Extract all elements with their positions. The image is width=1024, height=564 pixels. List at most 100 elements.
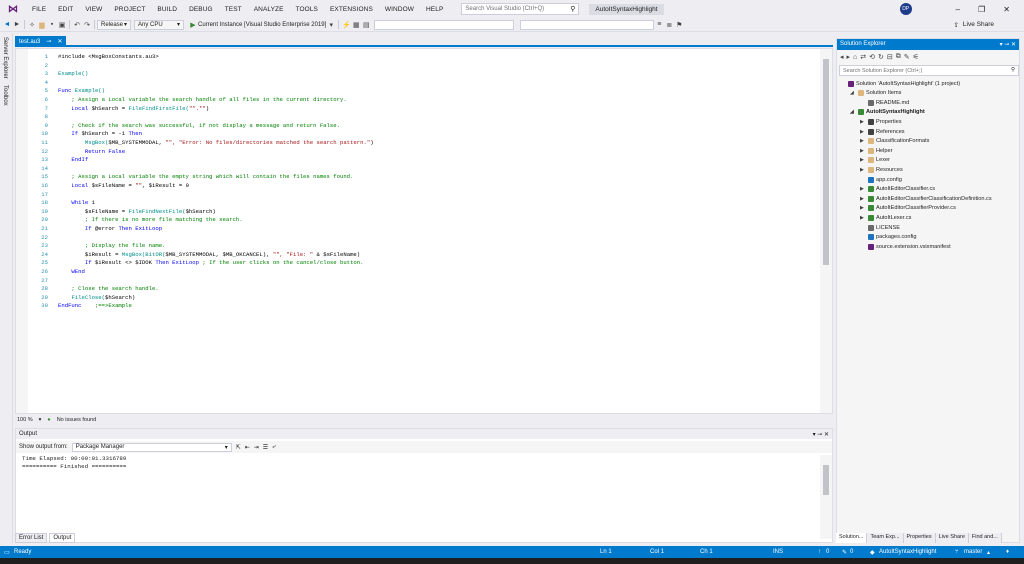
- menu-item-help[interactable]: HELP: [420, 6, 449, 13]
- code-line[interactable]: 16 Local $sFileName = "", $iResult = 0: [28, 182, 818, 191]
- code-line[interactable]: 13 EndIf: [28, 156, 818, 165]
- bookmark-icon[interactable]: ⚑: [674, 20, 684, 30]
- code-line[interactable]: 5 Func Example(): [28, 87, 818, 96]
- repository-name[interactable]: AutoItSyntaxHighlight: [879, 549, 936, 555]
- toolbox-tab[interactable]: Toolbox: [2, 85, 8, 106]
- scrollbar-thumb[interactable]: [823, 59, 829, 265]
- code-line[interactable]: 23 ; Display the file name.: [28, 242, 818, 251]
- code-line[interactable]: 26 WEnd: [28, 268, 818, 277]
- menu-item-tools[interactable]: TOOLS: [290, 6, 324, 13]
- chevron-down-icon[interactable]: ▾: [326, 20, 336, 30]
- find-combo[interactable]: [374, 19, 515, 30]
- expand-arrow-icon[interactable]: ◢: [850, 90, 856, 96]
- expand-arrow-icon[interactable]: ▶: [860, 119, 866, 125]
- pencil-icon[interactable]: ✎: [842, 549, 847, 556]
- tree-item[interactable]: ▶ AutoItLexer.cs: [860, 213, 911, 222]
- menu-item-analyze[interactable]: ANALYZE: [248, 6, 290, 13]
- code-line[interactable]: 12 Return False: [28, 148, 818, 157]
- code-line[interactable]: 21 If @error Then ExitLoop: [28, 225, 818, 234]
- back-icon[interactable]: ◂: [840, 53, 844, 61]
- clear-all-icon[interactable]: ☰: [263, 444, 268, 451]
- tree-item[interactable]: ◢ Solution Items: [850, 89, 901, 98]
- code-line[interactable]: 19 $sFileName = FileFindNextFile($hSearc…: [28, 208, 818, 217]
- configuration-dropdown[interactable]: Release ▾: [97, 19, 131, 30]
- code-line[interactable]: 27: [28, 277, 818, 286]
- properties-icon[interactable]: ✎: [904, 53, 910, 61]
- code-line[interactable]: 22: [28, 234, 818, 243]
- uncomment-icon[interactable]: ≣: [664, 20, 674, 30]
- code-line[interactable]: 20 ; If there is no more file matching t…: [28, 216, 818, 225]
- expand-arrow-icon[interactable]: ▶: [860, 205, 866, 211]
- collapse-all-icon[interactable]: ⊟: [887, 53, 893, 61]
- tree-item[interactable]: ▶ ClassificationFormats: [860, 137, 929, 146]
- server-explorer-tab[interactable]: Server Explorer: [2, 37, 8, 79]
- code-line[interactable]: 7 Local $hSearch = FileFindFirstFile("*.…: [28, 105, 818, 114]
- forward-icon[interactable]: ▸: [847, 53, 851, 61]
- code-line[interactable]: 14: [28, 165, 818, 174]
- pin-icon[interactable]: ⊸: [46, 38, 51, 45]
- hot-reload-icon[interactable]: ⚡: [341, 20, 351, 30]
- tree-item[interactable]: ▶ AutoItEditorClassifierProvider.cs: [860, 204, 956, 213]
- expand-arrow-icon[interactable]: ▶: [860, 148, 866, 154]
- code-line[interactable]: 2: [28, 62, 818, 71]
- menu-item-test[interactable]: TEST: [219, 6, 248, 13]
- tab-live-share[interactable]: Live Share: [935, 533, 969, 543]
- expand-arrow-icon[interactable]: ▶: [860, 157, 866, 163]
- tab-solution[interactable]: Solution...: [836, 533, 868, 543]
- notifications-icon[interactable]: ♦: [1006, 549, 1009, 555]
- code-line[interactable]: 29 FileClose($hSearch): [28, 294, 818, 303]
- expand-arrow-icon[interactable]: ▶: [860, 196, 866, 202]
- menu-item-debug[interactable]: DEBUG: [183, 6, 219, 13]
- code-line[interactable]: 1 #include <MsgBoxConstants.au3>: [28, 53, 818, 62]
- code-line[interactable]: 25 If $iResult <> $IDOK Then ExitLoop ; …: [28, 259, 818, 268]
- sync-icon[interactable]: ↻: [878, 53, 884, 61]
- code-line[interactable]: 10 If $hSearch = -1 Then: [28, 130, 818, 139]
- code-line[interactable]: 9 ; Check if the search was successful, …: [28, 122, 818, 131]
- tree-item[interactable]: ▶ Helper: [860, 146, 892, 155]
- word-wrap-icon[interactable]: ⤶: [272, 444, 275, 451]
- redo-icon[interactable]: ↷: [82, 20, 92, 30]
- minimize-icon[interactable]: –: [956, 5, 960, 14]
- start-button[interactable]: Current Instance [Visual Studio Enterpri…: [198, 22, 326, 28]
- zoom-level[interactable]: 100 %: [17, 417, 33, 423]
- solution-search-input[interactable]: Search Solution Explorer (Ctrl+;) ⚲: [839, 65, 1019, 76]
- tree-item[interactable]: ▶ References: [860, 127, 905, 136]
- up-arrow-icon[interactable]: ↑: [818, 549, 821, 555]
- close-icon[interactable]: ✕: [1003, 5, 1010, 14]
- tree-item[interactable]: Solution 'AutoItSyntaxHighlight' (1 proj…: [840, 79, 960, 88]
- switch-views-icon[interactable]: ⇄: [860, 53, 866, 61]
- expand-arrow-icon[interactable]: ▶: [860, 167, 866, 173]
- menu-item-window[interactable]: WINDOW: [379, 6, 420, 13]
- code-line[interactable]: 24 $iResult = MsgBox(BitOR($MB_SYSTEMMOD…: [28, 251, 818, 260]
- code-line[interactable]: 28 ; Close the search handle.: [28, 285, 818, 294]
- tab-properties[interactable]: Properties: [903, 533, 936, 543]
- menu-item-extensions[interactable]: EXTENSIONS: [324, 6, 379, 13]
- code-line[interactable]: 6 ; Assign a Local variable the search h…: [28, 96, 818, 105]
- unpushed-count[interactable]: 0: [826, 549, 829, 555]
- code-line[interactable]: 3 Example(): [28, 70, 818, 79]
- next-message-icon[interactable]: ⇥: [254, 444, 259, 451]
- tab-output[interactable]: Output: [49, 533, 76, 543]
- show-all-files-icon[interactable]: ⧉: [896, 53, 901, 61]
- menu-item-file[interactable]: FILE: [26, 6, 52, 13]
- issues-indicator[interactable]: No issues found: [57, 417, 96, 423]
- tree-item[interactable]: LICENSE: [860, 223, 900, 232]
- tree-item[interactable]: ▶ Lexer: [860, 156, 890, 165]
- code-line[interactable]: 4: [28, 79, 818, 88]
- comment-icon[interactable]: ≡: [654, 20, 664, 30]
- close-icon[interactable]: ✕: [57, 38, 62, 45]
- undo-icon[interactable]: ↶: [72, 20, 82, 30]
- publish-icon[interactable]: ▤: [361, 20, 371, 30]
- panel-controls[interactable]: ▾ ⊸ ✕: [813, 431, 829, 438]
- avatar[interactable]: DP: [899, 3, 912, 15]
- menu-item-project[interactable]: PROJECT: [108, 6, 151, 13]
- status-column[interactable]: Col 1: [650, 549, 664, 555]
- tree-item[interactable]: ▶ Resources: [860, 165, 903, 174]
- visual-studio-logo-icon[interactable]: ⋈: [6, 3, 20, 15]
- tree-item[interactable]: ▶ Properties: [860, 117, 902, 126]
- search-input[interactable]: Search Visual Studio (Ctrl+Q) ⚲: [461, 3, 580, 15]
- expand-arrow-icon[interactable]: ▶: [860, 129, 866, 135]
- status-insert-mode[interactable]: INS: [773, 549, 783, 555]
- save-all-icon[interactable]: ▣: [57, 20, 67, 30]
- code-line[interactable]: 11 MsgBox($MB_SYSTEMMODAL, "", "Error: N…: [28, 139, 818, 148]
